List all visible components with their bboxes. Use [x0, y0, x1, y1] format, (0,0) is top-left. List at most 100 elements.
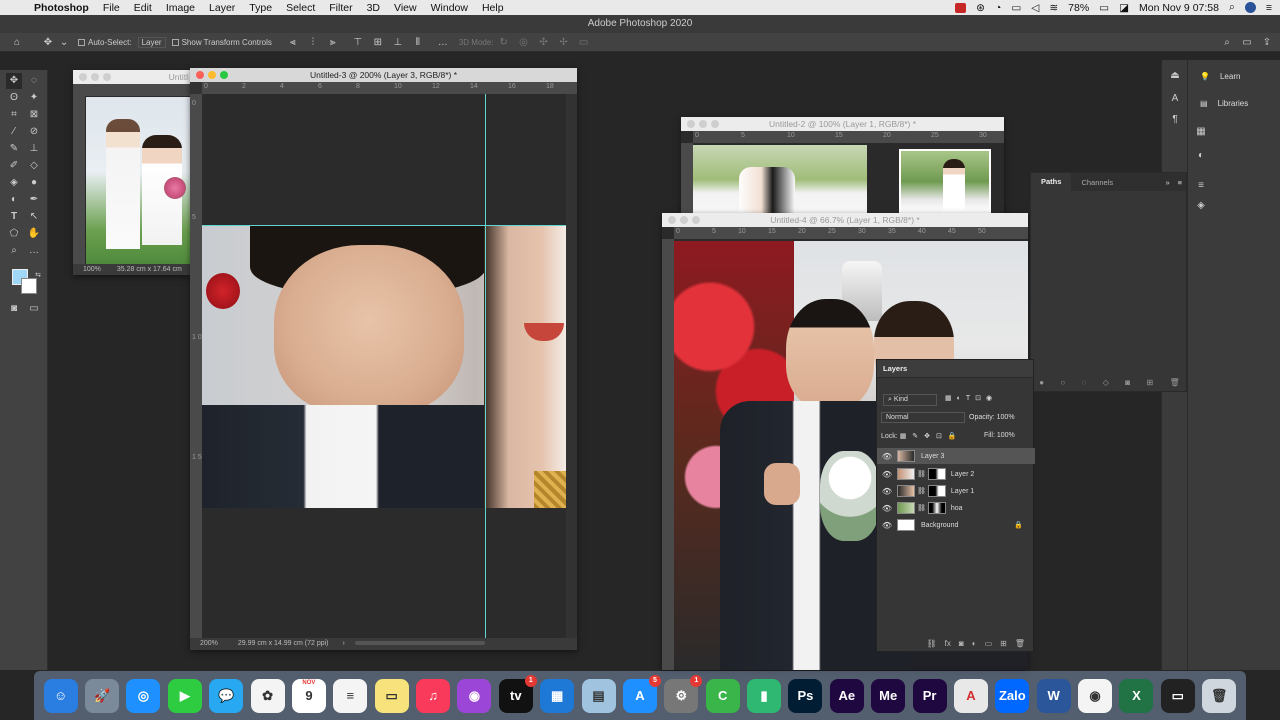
tab-paths[interactable]: Paths	[1031, 173, 1072, 191]
layers-icon[interactable]: ◈	[1195, 200, 1207, 212]
color-icon[interactable]: ▦	[1195, 126, 1207, 138]
window-titlebar[interactable]: Untitled-2 @ 100% (Layer 1, RGB/8*) *	[681, 117, 1004, 131]
menu-window[interactable]: Window	[431, 2, 468, 14]
healing-brush-tool-icon[interactable]: ⊘	[26, 124, 42, 140]
add-mask-icon[interactable]: ◙	[1125, 378, 1130, 387]
layer-name[interactable]: Layer 2	[951, 471, 974, 478]
character-icon[interactable]: A	[1169, 93, 1181, 105]
quick-mask-icon[interactable]: ◙	[6, 301, 22, 317]
lock-icons[interactable]: ▦✎✥⊡🔒	[900, 433, 963, 440]
guide-vertical[interactable]	[485, 94, 486, 638]
new-layer-icon[interactable]: ⊞	[1000, 639, 1007, 648]
history-brush-tool-icon[interactable]: ✐	[6, 158, 22, 174]
search-icon[interactable]: ⌕	[1220, 35, 1234, 49]
distribute-icon[interactable]: ⦀	[411, 35, 425, 49]
type-tool-icon[interactable]: T	[6, 209, 22, 225]
layer-row-layer-1[interactable]: 👁 ⛓ Layer 1	[877, 483, 1035, 499]
dock-app-system-preferences-icon[interactable]: ⚙ 1	[664, 674, 703, 713]
3d-drag-icon[interactable]: ✣	[537, 35, 551, 49]
timer-icon[interactable]: ◔	[995, 2, 1001, 14]
path-selection-tool-icon[interactable]: ↖	[26, 209, 42, 225]
dock-app-finder-icon[interactable]: ☺	[43, 678, 78, 713]
menu-filter[interactable]: Filter	[329, 2, 352, 14]
layer-row-background[interactable]: 👁 Background 🔒	[877, 517, 1035, 533]
dock-app-word-icon[interactable]: W	[1036, 678, 1071, 713]
marquee-tool-icon[interactable]: ◌	[26, 73, 42, 89]
align-middle-icon[interactable]: ⊞	[371, 35, 385, 49]
battery-icon[interactable]: ▭	[1099, 2, 1109, 14]
align-center-icon[interactable]: ⫶	[306, 35, 320, 49]
layer-mask-thumbnail[interactable]	[927, 468, 946, 480]
menu-image[interactable]: Image	[166, 2, 195, 14]
frame-tool-icon[interactable]: ⊠	[26, 107, 42, 123]
dock-app-photoshop-icon[interactable]: Ps	[788, 678, 823, 713]
more-options-icon[interactable]: …	[436, 35, 450, 49]
close-button[interactable]	[687, 120, 695, 128]
layer-mask-thumbnail[interactable]	[927, 502, 946, 514]
stroke-path-icon[interactable]: ○	[1060, 378, 1065, 387]
document-window-untitled-2[interactable]: Untitled-2 @ 100% (Layer 1, RGB/8*) * 0 …	[681, 117, 1004, 214]
menu-type[interactable]: Type	[249, 2, 272, 14]
filter-icons[interactable]: ▦◐T⊡◉	[945, 394, 997, 402]
add-mask-icon[interactable]: ◙	[959, 639, 964, 648]
dock-app-calendar-icon[interactable]: 9 NOV	[291, 678, 326, 713]
layer-row-layer-2[interactable]: 👁 ⛓ Layer 2	[877, 466, 1035, 482]
delete-layer-icon[interactable]: 🗑	[1015, 639, 1025, 648]
menu-file[interactable]: File	[103, 2, 120, 14]
menu-3d[interactable]: 3D	[367, 2, 380, 14]
dock-app-podcasts-icon[interactable]: ◉	[457, 678, 492, 713]
lasso-tool-icon[interactable]: ʘ	[6, 90, 22, 106]
adjustments-icon[interactable]: ◐	[1195, 150, 1207, 162]
dock-app-photos-icon[interactable]: ✿	[250, 678, 285, 713]
creative-cloud-icon[interactable]: ⊛	[976, 2, 985, 14]
move-tool-icon[interactable]: ✥	[41, 35, 55, 49]
datetime[interactable]: Mon Nov 9 07:58	[1139, 2, 1219, 14]
auto-select-dropdown[interactable]: Layer	[137, 36, 166, 48]
dock-app-zalo-icon[interactable]: Zalo	[995, 678, 1030, 713]
eye-icon[interactable]: 👁	[877, 487, 897, 496]
dock-app-trash-icon[interactable]: 🗑	[1202, 678, 1237, 713]
minimize-button[interactable]	[208, 71, 216, 79]
layer-style-icon[interactable]: fx	[945, 639, 951, 648]
menu-app-name[interactable]: Photoshop	[34, 2, 89, 14]
shape-tool-icon[interactable]: ⬠	[6, 226, 22, 242]
zoom-level[interactable]: 100%	[83, 266, 101, 273]
paragraph-icon[interactable]: ¶	[1169, 114, 1181, 126]
minimize-button[interactable]	[699, 120, 707, 128]
paint-bucket-tool-icon[interactable]: ◈	[6, 175, 22, 191]
dock-app-screen-icon[interactable]: ▭	[1160, 678, 1195, 713]
document-window-untitled-1[interactable]: Untitl 100% 35.28 cm x 17.64 cm	[73, 70, 190, 275]
horizontal-scrollbar[interactable]	[354, 641, 485, 646]
share-icon[interactable]: ⇪	[1260, 35, 1274, 49]
collapse-icon[interactable]: »	[1165, 178, 1169, 187]
layers-panel-title[interactable]: Layers	[877, 360, 1033, 378]
pen-tool-icon[interactable]: ✒	[26, 192, 42, 208]
brush-tool-icon[interactable]: ✎	[6, 141, 22, 157]
dock-app-after-effects-icon[interactable]: Ae	[829, 678, 864, 713]
layer-filter-dropdown[interactable]: ⌕ Kind	[883, 394, 937, 406]
opacity-control[interactable]: Opacity: 100%	[969, 414, 1015, 421]
background-color-swatch[interactable]	[21, 278, 37, 294]
dock-app-reminders-icon[interactable]: ≡	[333, 678, 368, 713]
layer-mask-thumbnail[interactable]	[927, 485, 946, 497]
layer-name[interactable]: Layer 1	[951, 488, 974, 495]
history-icon[interactable]: ⏏	[1169, 70, 1181, 82]
menu-view[interactable]: View	[394, 2, 417, 14]
window-titlebar[interactable]: Untitled-3 @ 200% (Layer 3, RGB/8*) *	[190, 68, 577, 82]
menu-select[interactable]: Select	[286, 2, 315, 14]
eye-icon[interactable]: 👁	[877, 504, 897, 513]
transform-controls-checkbox[interactable]	[171, 38, 179, 46]
dodge-tool-icon[interactable]: ◐	[6, 192, 22, 208]
hand-tool-icon[interactable]: ✋	[26, 226, 42, 242]
dock-app-notes-icon[interactable]: ▭	[374, 678, 409, 713]
delete-path-icon[interactable]: 🗑	[1170, 378, 1180, 387]
language-icon[interactable]: ◪	[1119, 2, 1129, 14]
zoom-button[interactable]	[692, 216, 700, 224]
chevron-right-icon[interactable]: ›	[342, 640, 344, 647]
record-icon[interactable]	[955, 2, 967, 13]
more-tools-icon[interactable]: …	[26, 243, 42, 259]
link-layers-icon[interactable]: ⛓	[927, 639, 937, 648]
3d-slide-icon[interactable]: ✢	[557, 35, 571, 49]
eraser-tool-icon[interactable]: ◇	[26, 158, 42, 174]
auto-select-checkbox[interactable]	[78, 38, 85, 46]
